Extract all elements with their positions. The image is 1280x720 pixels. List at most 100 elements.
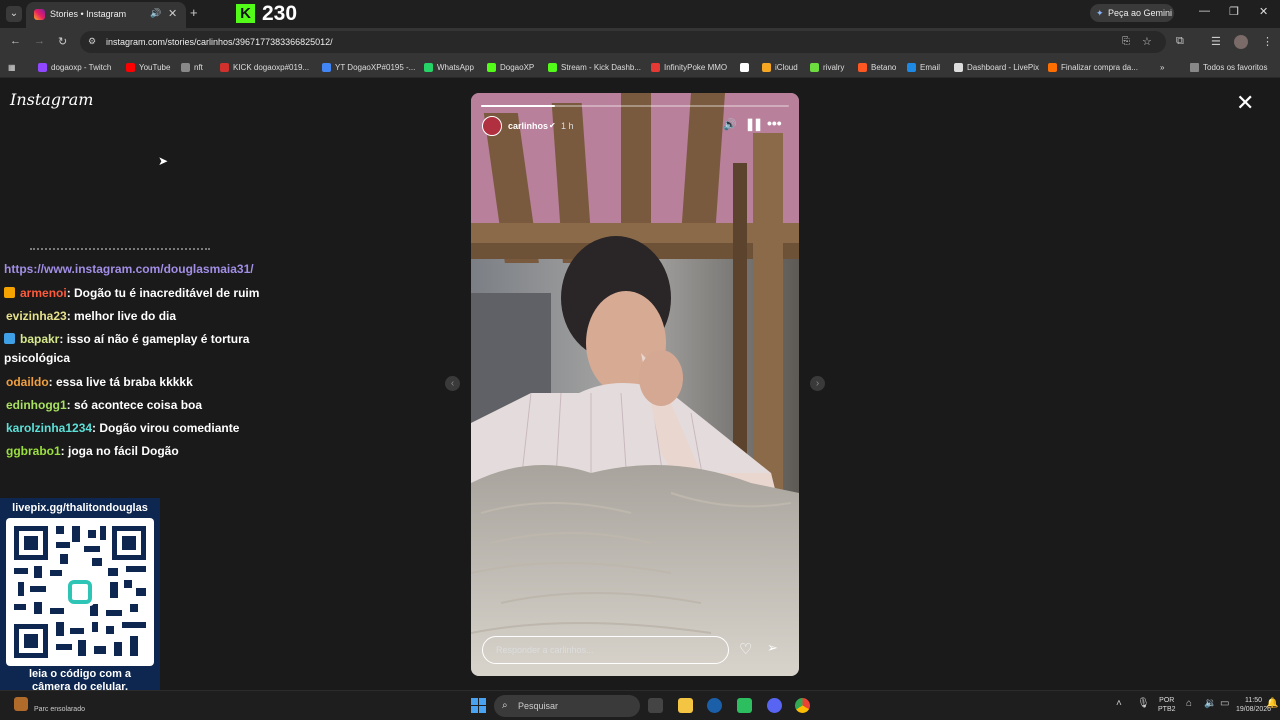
instagram-logo[interactable]: Instagram [10, 90, 93, 109]
lang-line1: POR [1159, 697, 1175, 704]
bookmark-favicon-icon [651, 62, 660, 72]
bookmark-favicon-icon [181, 62, 190, 72]
bookmark-item[interactable]: nft [181, 60, 203, 74]
battery-icon[interactable]: ▭ [1220, 698, 1229, 709]
bookmark-favicon-icon [740, 62, 749, 72]
bookmark-label: Stream - Kick Dashb... [561, 62, 642, 72]
qr-caption-line1: leia o código com a [28, 668, 132, 680]
audio-playing-icon[interactable]: 🔊 [150, 8, 161, 19]
bookmark-item[interactable]: YouTube [126, 60, 170, 74]
minimize-icon[interactable]: — [1199, 5, 1210, 17]
chat-message: evizinha23: melhor live do dia [4, 307, 176, 326]
bookmark-item[interactable]: iCloud [762, 60, 798, 74]
network-icon[interactable]: ⌂ [1186, 698, 1192, 709]
steam-icon[interactable] [707, 698, 722, 713]
volume-tray-icon[interactable]: 🔉 [1204, 698, 1216, 709]
livepix-qr-widget: livepix.gg/thalitondouglas leia o código… [0, 498, 160, 702]
url-text[interactable]: instagram.com/stories/carlinhos/39671773… [106, 37, 333, 47]
bookmark-label: dogaoxp - Twitch [51, 62, 112, 72]
story-viewer[interactable]: carlinhos ✔ 1 h 🔊 ❚❚ ••• Responder a car… [471, 93, 799, 676]
microphone-icon[interactable]: 🎙 [1137, 698, 1150, 709]
bookmark-item[interactable]: Email [907, 60, 940, 74]
bookmark-item[interactable]: Finalizar compra da... [1048, 60, 1138, 74]
taskbar-search[interactable]: ⌕ Pesquisar [494, 695, 640, 717]
bookmark-label: Email [920, 62, 941, 72]
chat-message: bapakr: isso aí não é gameplay é tortura [4, 330, 249, 349]
maximize-icon[interactable]: ❐ [1229, 5, 1239, 18]
app-icon[interactable] [737, 698, 752, 713]
file-explorer-icon[interactable] [678, 698, 693, 713]
mouse-cursor-icon: ➤ [158, 154, 169, 168]
story-username[interactable]: carlinhos [508, 121, 548, 131]
window-close-icon[interactable]: ✕ [1259, 5, 1268, 18]
qr-url: livepix.gg/thalitondouglas [12, 502, 148, 514]
all-favorites-label: Todos os favoritos [1203, 62, 1268, 72]
send-icon[interactable]: ➢ [767, 640, 778, 656]
chat-username: karolzinha1234 [6, 421, 93, 435]
chrome-menu-icon[interactable]: ⋮ [1262, 35, 1273, 48]
bookmark-item[interactable]: YT DogaoXP#0195 -... [322, 60, 415, 74]
taskbar-search-placeholder: Pesquisar [518, 701, 559, 711]
chat-text: : isso aí não é gameplay é tortura [59, 332, 250, 346]
more-bookmarks-icon[interactable]: » [1160, 60, 1164, 74]
previous-story-button[interactable]: ‹ [445, 376, 460, 391]
all-favorites-folder[interactable]: Todos os favoritos [1190, 60, 1267, 74]
discord-icon[interactable] [767, 698, 782, 713]
bookmark-item[interactable] [740, 60, 753, 74]
chat-badge-icon [4, 287, 15, 298]
bookmark-label: WhatsApp [437, 62, 474, 72]
tray-overflow-icon[interactable]: ˄ [1116, 698, 1122, 709]
story-time: 1 h [561, 121, 574, 131]
profile-avatar[interactable] [1234, 35, 1248, 49]
tab-active[interactable]: Stories • Instagram 🔊 ✕ [26, 2, 186, 28]
bookmark-item[interactable]: rivalry [810, 60, 844, 74]
bookmark-item[interactable]: dogaoxp - Twitch [38, 60, 111, 74]
extensions-icon[interactable]: ⧉ [1176, 35, 1184, 48]
install-app-icon[interactable]: ⎘ [1122, 36, 1130, 47]
bookmark-item[interactable]: KICK dogaoxp#019... [220, 60, 309, 74]
tab-close-button[interactable]: ✕ [168, 7, 177, 20]
new-tab-button[interactable]: + [190, 5, 198, 20]
next-story-button[interactable]: › [810, 376, 825, 391]
reply-input[interactable]: Responder a carlinhos... [482, 636, 729, 664]
bookmark-item[interactable]: Betano [858, 60, 896, 74]
pause-icon[interactable]: ❚❚ [745, 117, 763, 131]
like-heart-icon[interactable]: ♡ [739, 640, 752, 658]
lang-line2: PTB2 [1158, 706, 1176, 713]
site-info-icon[interactable]: ⚙ [88, 36, 96, 47]
tab-search-chevron-icon[interactable]: ⌄ [6, 6, 22, 22]
back-arrow-icon[interactable]: ← [10, 35, 21, 47]
reload-icon[interactable]: ↻ [58, 35, 67, 48]
address-bar[interactable]: ⚙ instagram.com/stories/carlinhos/396717… [80, 31, 1166, 53]
chat-message: ggbrabo1: joga no fácil Dogão [4, 442, 179, 461]
close-story-button[interactable]: ✕ [1236, 92, 1254, 114]
instagram-stories-page: Instagram ✕ ➤ https://www.instagram.com/… [0, 78, 1280, 702]
bookmark-label: rivalry [823, 62, 845, 72]
more-options-icon[interactable]: ••• [767, 115, 782, 131]
bookmark-item[interactable]: WhatsApp [424, 60, 474, 74]
chrome-icon[interactable] [795, 698, 810, 713]
chat-text: : melhor live do dia [66, 309, 177, 323]
chat-text: : joga no fácil Dogão [60, 444, 179, 458]
reading-list-icon[interactable]: ☰ [1211, 35, 1221, 48]
bookmark-star-icon[interactable]: ☆ [1142, 35, 1152, 48]
bookmark-item[interactable]: Stream - Kick Dashb... [548, 60, 641, 74]
notifications-icon[interactable]: 🔔 [1266, 698, 1278, 709]
task-view-icon[interactable] [648, 698, 663, 713]
volume-icon[interactable]: 🔊 [723, 118, 737, 131]
bookmark-item[interactable]: Dashboard - LivePix [954, 60, 1039, 74]
bookmark-favicon-icon [762, 62, 771, 72]
story-user-avatar[interactable] [482, 116, 502, 136]
bookmark-item[interactable]: InfinityPoke MMO [651, 60, 727, 74]
start-button[interactable] [471, 698, 486, 713]
apps-grid-icon[interactable]: ▦ [8, 60, 16, 74]
language-indicator[interactable]: POR PTB2 [1158, 696, 1176, 714]
bookmark-item[interactable]: DogaoXP [487, 60, 534, 74]
bookmark-favicon-icon [1048, 62, 1057, 72]
bookmark-label: YT DogaoXP#0195 -... [335, 62, 416, 72]
gemini-button[interactable]: ✦ Peça ao Gemini [1090, 4, 1174, 22]
weather-icon[interactable] [14, 697, 28, 711]
forward-arrow-icon[interactable]: → [34, 35, 45, 47]
weather-label[interactable]: Parc ensolarado [34, 706, 85, 713]
search-icon: ⌕ [502, 700, 508, 711]
